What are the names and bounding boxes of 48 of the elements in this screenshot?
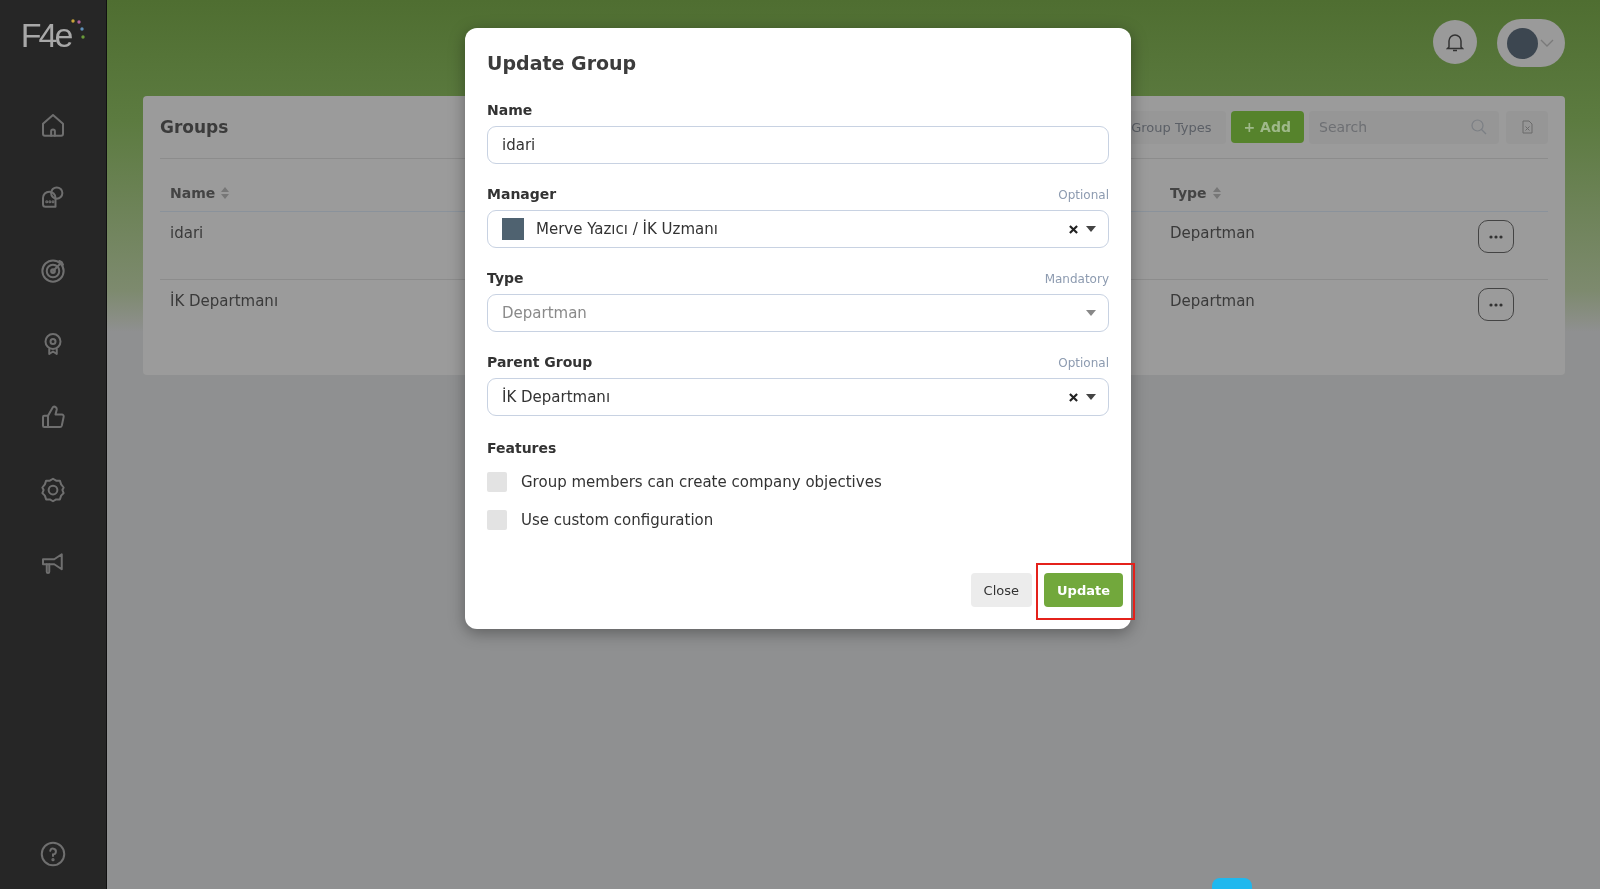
close-button[interactable]: Close [970,573,1032,607]
clear-icon[interactable] [1069,224,1078,234]
target-icon[interactable] [38,256,68,286]
dialog-title: Update Group [487,52,638,74]
field-label: Manager [487,186,557,202]
checkbox[interactable] [487,510,507,530]
ellipsis-icon [1489,302,1503,307]
select-field[interactable]: Merve Yazıcı / İK Uzmanı [487,210,1109,248]
field-hint: Optional [1058,356,1109,370]
column-header[interactable]: Type [1170,185,1207,201]
notification-button[interactable] [1433,20,1477,64]
add-button[interactable]: + Add [1230,111,1304,143]
section-label: Features [487,440,558,456]
field-label: Parent Group [487,354,593,370]
avatar-placeholder [1507,27,1538,59]
table-cell: Departman [1170,292,1255,310]
more-options-button[interactable] [1478,288,1514,321]
sort-icon[interactable] [1212,187,1221,199]
update-button[interactable]: Update [1044,573,1123,607]
field-hint: Optional [1058,188,1109,202]
spreadsheet-file-icon [1521,120,1533,134]
field-hint: Mandatory [1044,272,1109,286]
name-field[interactable]: idari [487,126,1109,164]
help-icon[interactable] [38,839,68,869]
ellipsis-icon [1489,234,1503,239]
confetti-dots-icon [71,18,86,40]
user-menu-button[interactable] [1497,19,1565,67]
table-cell: idari [170,224,204,242]
avatar-placeholder [502,218,524,240]
logo[interactable]: F4e [20,18,71,52]
more-options-button[interactable] [1478,220,1514,253]
select-field[interactable]: İK Departmanı [487,378,1109,416]
column-header[interactable]: Name [170,185,216,201]
checkbox-label: Group members can create company objectives [521,473,882,491]
caret-icon[interactable] [1086,394,1096,400]
field-label: Name [487,102,533,118]
clear-icon[interactable] [1069,392,1078,402]
settings-icon[interactable] [38,475,68,505]
bell-icon [1446,32,1464,52]
caret-icon[interactable] [1086,226,1096,232]
table-cell: Departman [1170,224,1255,242]
chevron-down-icon [1540,39,1554,47]
field-label: Type [487,270,524,286]
card-title: Groups [160,117,229,137]
sort-icon[interactable] [221,187,230,199]
checkbox[interactable] [487,472,507,492]
checkbox-label: Use custom configuration [521,511,714,529]
table-cell: İK Departmanı [170,292,279,310]
